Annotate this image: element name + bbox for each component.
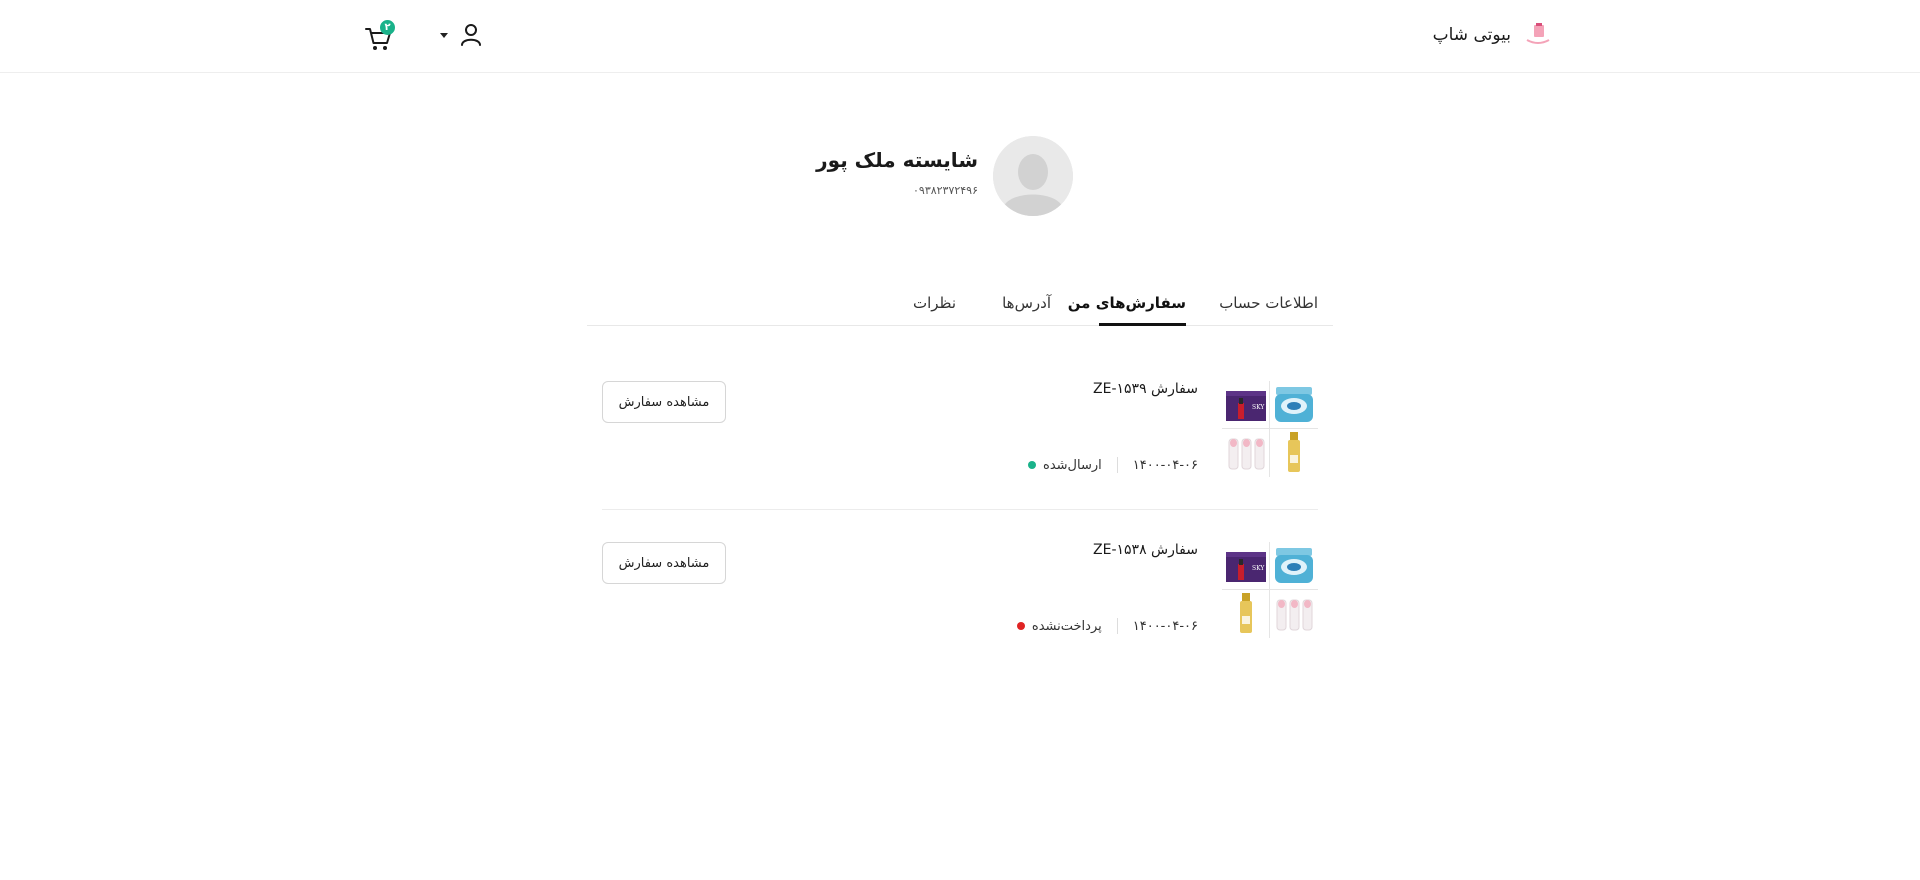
chevron-down-icon <box>440 32 448 38</box>
cart-button[interactable]: ۲ <box>364 18 398 52</box>
header-actions: ۲ <box>364 18 482 52</box>
product-thumbnail <box>1270 590 1318 638</box>
avatar-placeholder-icon <box>993 136 1073 216</box>
profile-phone: ۰۹۳۸۲۳۷۲۴۹۶ <box>913 184 978 197</box>
active-tab-indicator <box>1099 323 1186 326</box>
product-thumbnail <box>1222 590 1270 638</box>
order-meta: ۱۴۰۰-۰۴-۰۶ پرداخت‌نشده <box>1016 618 1198 634</box>
order-meta: ۱۴۰۰-۰۴-۰۶ ارسال‌شده <box>1028 457 1198 473</box>
status-dot-icon <box>1028 461 1037 469</box>
product-thumbnail <box>1270 542 1318 590</box>
order-date: ۱۴۰۰-۰۴-۰۶ <box>1132 618 1198 634</box>
order-status: پرداخت‌نشده <box>1016 618 1102 634</box>
profile-name: شایسته ملک پور <box>816 148 978 172</box>
user-icon <box>461 24 481 46</box>
meta-divider <box>1116 457 1118 473</box>
account-tabs: اطلاعات حساب سفارش‌های من آدرس‌ها نظرات <box>587 282 1333 326</box>
status-label: پرداخت‌نشده <box>1031 618 1102 634</box>
status-dot-icon <box>1016 622 1025 630</box>
product-thumbnail <box>1222 542 1270 590</box>
tab-reviews[interactable]: نظرات <box>913 294 956 312</box>
product-thumbnail <box>1222 381 1270 429</box>
profile-info: شایسته ملک پور ۰۹۳۸۲۳۷۲۴۹۶ <box>816 148 978 197</box>
product-thumbnail <box>1270 429 1318 477</box>
status-label: ارسال‌شده <box>1043 457 1102 473</box>
order-thumbnails <box>1222 381 1318 477</box>
order-divider <box>602 509 1318 510</box>
order-status: ارسال‌شده <box>1028 458 1102 473</box>
top-header: بیوتی شاپ ۲ <box>0 0 1920 73</box>
product-thumbnail <box>1270 381 1318 429</box>
order-thumbnails <box>1222 542 1318 638</box>
order-card: سفارش ZE-۱۵۳۸ ۱۴۰۰-۰۴-۰۶ پرداخت‌نشده مشا… <box>602 542 1318 672</box>
order-card: سفارش ZE-۱۵۳۹ ۱۴۰۰-۰۴-۰۶ ارسال‌شده مشاهد… <box>602 381 1318 511</box>
view-order-button[interactable]: مشاهده سفارش <box>602 542 726 584</box>
profile-summary: شایسته ملک پور ۰۹۳۸۲۳۷۲۴۹۶ <box>0 136 1920 218</box>
tab-my-orders[interactable]: سفارش‌های من <box>1068 294 1186 312</box>
order-title: سفارش ZE-۱۵۳۹ <box>1093 381 1198 397</box>
brand[interactable]: بیوتی شاپ <box>1433 20 1555 50</box>
user-menu-button[interactable] <box>440 23 482 47</box>
order-date: ۱۴۰۰-۰۴-۰۶ <box>1132 457 1198 473</box>
tab-addresses[interactable]: آدرس‌ها <box>1002 294 1051 312</box>
order-title: سفارش ZE-۱۵۳۸ <box>1093 542 1198 558</box>
tab-account-info[interactable]: اطلاعات حساب <box>1219 294 1318 312</box>
shop-logo-icon[interactable] <box>1521 20 1555 50</box>
view-order-button[interactable]: مشاهده سفارش <box>602 381 726 423</box>
brand-name: بیوتی شاپ <box>1432 25 1511 45</box>
product-thumbnail <box>1222 429 1270 477</box>
cart-count-badge: ۲ <box>380 20 395 35</box>
meta-divider <box>1116 618 1118 634</box>
